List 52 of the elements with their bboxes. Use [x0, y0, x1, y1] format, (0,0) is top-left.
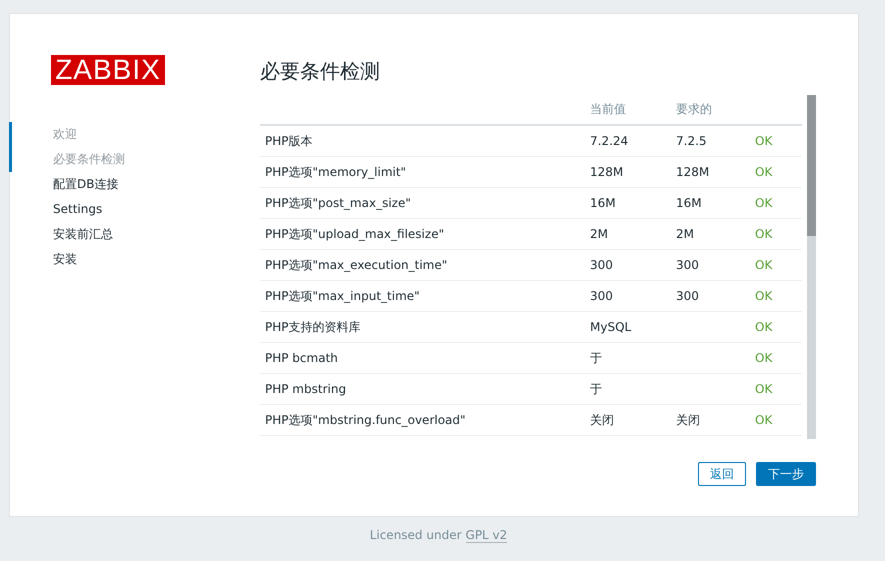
column-header: 当前值 [590, 95, 676, 125]
status-text: OK [755, 196, 772, 210]
page-title: 必要条件检测 [260, 59, 381, 85]
table-cell: 于 [590, 382, 602, 396]
table-cell: PHP选项"memory_limit" [265, 164, 406, 178]
table-cell: PHP选项"mbstring.func_overload" [265, 412, 466, 426]
step-item: 必要条件检测 [9, 147, 260, 172]
table-cell: 16M [676, 196, 702, 210]
table-cell: 关闭 [676, 412, 700, 426]
table-cell: 2M [590, 227, 608, 241]
step-item: Settings [52, 201, 104, 218]
table-cell: 300 [590, 258, 613, 272]
license-text: Licensed under [370, 528, 462, 542]
step-item: 安装 [52, 251, 78, 268]
table-cell: 128M [590, 165, 624, 179]
status-text: OK [755, 382, 772, 396]
table-cell: PHP选项"max_input_time" [265, 288, 420, 302]
table-cell: 300 [590, 289, 613, 303]
table-cell: 7.2.5 [676, 134, 707, 148]
table-cell: PHP选项"max_execution_time" [265, 258, 448, 272]
next-button[interactable]: 下一步 [756, 462, 816, 486]
table-cell: MySQL [590, 320, 632, 334]
column-header: 要求的 [676, 95, 755, 125]
status-text: OK [755, 134, 772, 148]
status-text: OK [755, 289, 772, 303]
table-cell: PHP bcmath [265, 351, 338, 365]
table-cell: 关闭 [590, 412, 614, 426]
table-cell: 2M [676, 227, 694, 241]
scrollbar[interactable] [807, 95, 816, 439]
table-cell: 300 [676, 258, 699, 272]
table-cell: PHP mbstring [265, 382, 346, 396]
table-cell: 7.2.24 [590, 134, 628, 148]
status-text: OK [755, 351, 772, 365]
step-item: 安装前汇总 [52, 226, 114, 243]
status-text: OK [755, 413, 772, 427]
status-text: OK [755, 165, 772, 179]
step-item: 欢迎 [9, 122, 260, 147]
back-button[interactable]: 返回 [698, 462, 746, 486]
license-link[interactable]: GPL v2 [466, 528, 508, 543]
zabbix-logo: ZABBIX [51, 55, 165, 85]
table-cell: 128M [676, 165, 710, 179]
status-text: OK [755, 320, 772, 334]
table-cell: PHP选项"post_max_size" [265, 196, 411, 210]
status-text: OK [755, 258, 772, 272]
table-cell: 于 [590, 350, 602, 364]
table-cell: PHP选项"upload_max_filesize" [265, 226, 444, 240]
table-cell: PHP版本 [265, 134, 312, 148]
table-cell: 16M [590, 196, 616, 210]
table-cell: 300 [676, 289, 699, 303]
status-text: OK [755, 227, 772, 241]
table-cell: PHP支持的资料库 [265, 320, 360, 334]
step-item: 配置DB连接 [52, 176, 120, 193]
